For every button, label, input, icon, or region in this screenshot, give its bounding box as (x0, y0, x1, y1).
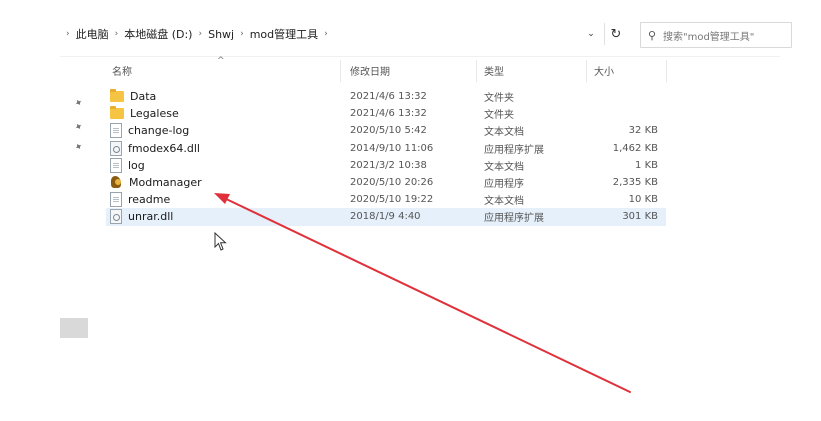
arrow-shaft (221, 196, 631, 393)
mouse-cursor-icon (214, 232, 227, 251)
annotation-arrow (214, 193, 631, 393)
arrow-head (214, 193, 230, 204)
